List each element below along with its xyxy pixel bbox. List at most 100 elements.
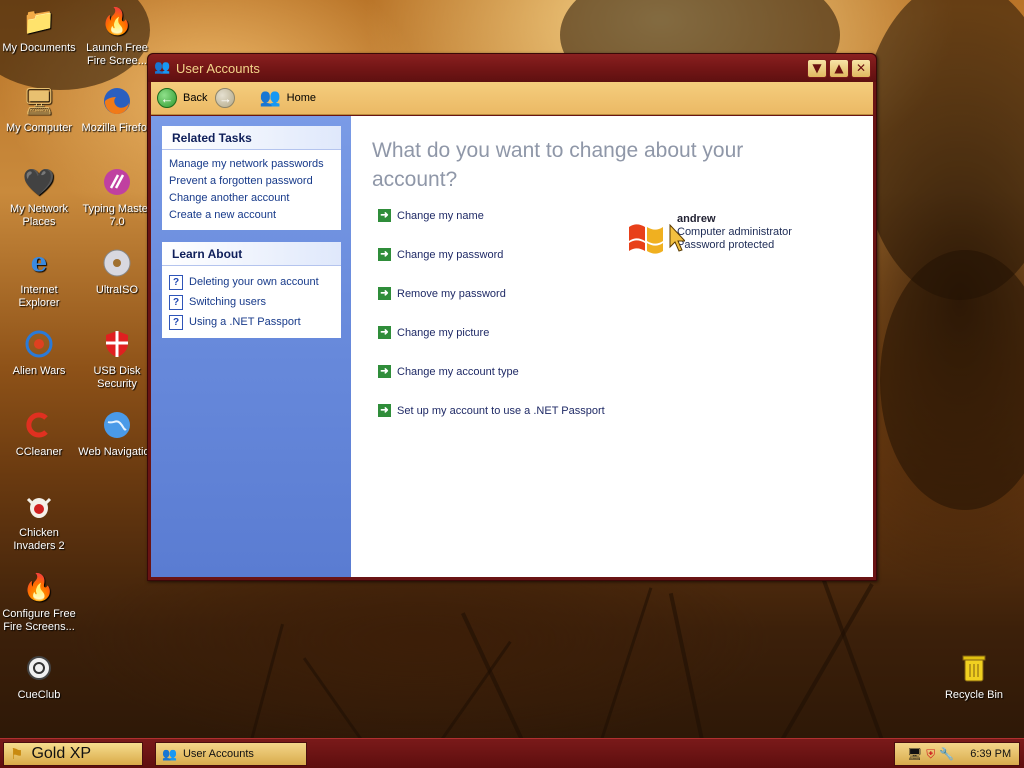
desktop-icon-configure-free-fire[interactable]: 🔥 Configure Free Fire Screens... bbox=[0, 570, 78, 634]
forward-button[interactable]: → bbox=[215, 88, 236, 108]
user-card: andrew Computer administrator Password p… bbox=[625, 213, 792, 257]
taskbar: ⚑ Gold XP 👥 User Accounts 🖥 ⛨ 🔧 6:39 PM bbox=[0, 738, 1024, 768]
desktop-icon-label: Chicken Invaders 2 bbox=[13, 527, 65, 552]
computer-icon: 🖥 bbox=[22, 86, 56, 116]
folder-documents-icon: 📁 bbox=[22, 6, 56, 36]
user-name: andrew bbox=[677, 213, 716, 225]
action-label: Change my name bbox=[397, 209, 484, 222]
desktop-icon-label: My Network Places bbox=[9, 203, 69, 228]
desktop-icon-label: USB Disk Security bbox=[93, 365, 141, 390]
desktop-icon-label: Alien Wars bbox=[12, 365, 66, 377]
forward-arrow-icon: → bbox=[215, 88, 236, 108]
shield-icon bbox=[100, 327, 134, 361]
desktop-icon-recycle-bin[interactable]: Recycle Bin bbox=[935, 651, 1013, 702]
ccleaner-icon bbox=[22, 408, 56, 442]
home-label: Home bbox=[286, 92, 316, 104]
desktop-icon-my-computer[interactable]: 🖥 My Computer bbox=[0, 84, 78, 135]
close-button[interactable]: ✕ bbox=[851, 59, 871, 78]
home-users-icon: 👥 bbox=[259, 88, 281, 107]
desktop-icon-ultraiso[interactable]: UltraISO bbox=[78, 246, 156, 297]
desktop-icon-label: CueClub bbox=[17, 689, 61, 701]
action-change-account-type[interactable]: ➜ Change my account type bbox=[378, 365, 519, 378]
help-icon: ? bbox=[169, 274, 183, 290]
globe-icon bbox=[100, 408, 134, 442]
desktop-icon-ccleaner[interactable]: CCleaner bbox=[0, 408, 78, 459]
title-bar[interactable]: 👥 User Accounts ▼ ▲ ✕ bbox=[148, 54, 876, 82]
desktop-icon-web-navigation[interactable]: Web Navigation bbox=[78, 408, 156, 459]
green-arrow-icon: ➜ bbox=[378, 365, 391, 378]
toolbar: ← Back → 👥 Home bbox=[151, 82, 873, 115]
desktop-icon-label: Typing Master 7.0 bbox=[82, 203, 152, 228]
chicken-icon bbox=[22, 489, 56, 523]
user-role: Computer administrator bbox=[677, 226, 792, 238]
clock[interactable]: 6:39 PM bbox=[970, 748, 1011, 760]
taskbar-item-user-accounts[interactable]: 👥 User Accounts bbox=[155, 742, 307, 766]
desktop-icon-label: Launch Free Fire Scree... bbox=[86, 42, 148, 67]
windows-flag-icon bbox=[629, 224, 663, 254]
desktop-icon-label: Configure Free Fire Screens... bbox=[2, 608, 76, 633]
learn-switching-users[interactable]: ? Switching users bbox=[169, 292, 335, 312]
internet-explorer-icon: e bbox=[30, 248, 48, 278]
system-tray: 🖥 ⛨ 🔧 6:39 PM bbox=[894, 742, 1020, 766]
related-tasks-title: Related Tasks bbox=[162, 126, 341, 150]
learn-link-label: Deleting your own account bbox=[189, 276, 319, 288]
maximize-button[interactable]: ▲ bbox=[829, 59, 849, 78]
user-accounts-window[interactable]: 👥 User Accounts ▼ ▲ ✕ ← Back → 👥 Home Re… bbox=[147, 53, 877, 581]
user-status: Password protected bbox=[677, 239, 775, 251]
task-change-another-account[interactable]: Change another account bbox=[169, 190, 335, 207]
desktop-icon-alien-wars[interactable]: Alien Wars bbox=[0, 327, 78, 378]
task-pane: Related Tasks Manage my network password… bbox=[151, 116, 351, 577]
green-arrow-icon: ➜ bbox=[378, 326, 391, 339]
disc-icon bbox=[100, 246, 134, 280]
task-manage-network-passwords[interactable]: Manage my network passwords bbox=[169, 156, 335, 173]
typing-master-icon bbox=[100, 165, 134, 199]
task-create-new-account[interactable]: Create a new account bbox=[169, 207, 335, 224]
network-icon: 🖤 bbox=[22, 167, 56, 197]
desktop-icon-cueclub[interactable]: CueClub bbox=[0, 651, 78, 702]
home-button[interactable]: 👥 Home bbox=[243, 88, 316, 108]
desktop-icon-my-network-places[interactable]: 🖤 My Network Places bbox=[0, 165, 78, 229]
user-picture[interactable] bbox=[625, 217, 671, 257]
shield-tray-icon[interactable]: ⛨ bbox=[926, 747, 935, 762]
page-heading: What do you want to change about your ac… bbox=[372, 139, 744, 191]
desktop-icon-usb-disk-security[interactable]: USB Disk Security bbox=[78, 327, 156, 391]
action-setup-net-passport[interactable]: ➜ Set up my account to use a .NET Passpo… bbox=[378, 404, 605, 417]
learn-net-passport[interactable]: ? Using a .NET Passport bbox=[169, 312, 335, 332]
desktop-icon-label: My Computer bbox=[5, 122, 73, 134]
desktop-icon-typing-master[interactable]: Typing Master 7.0 bbox=[78, 165, 156, 229]
action-label: Set up my account to use a .NET Passport bbox=[397, 404, 605, 417]
taskbar-item-label: User Accounts bbox=[182, 748, 254, 760]
desktop-icon-firefox[interactable]: Mozilla Firefox bbox=[78, 84, 156, 135]
learn-link-label: Switching users bbox=[189, 296, 267, 308]
help-icon: ? bbox=[169, 314, 183, 330]
action-label: Change my password bbox=[397, 248, 504, 261]
network-tray-icon[interactable]: 🖥 bbox=[907, 747, 922, 761]
action-remove-password[interactable]: ➜ Remove my password bbox=[378, 287, 506, 300]
recycle-bin-icon bbox=[957, 651, 991, 685]
green-arrow-icon: ➜ bbox=[378, 209, 391, 222]
mouse-cursor-icon bbox=[669, 224, 685, 252]
main-content: What do you want to change about your ac… bbox=[351, 116, 873, 577]
desktop-icon-chicken-invaders[interactable]: Chicken Invaders 2 bbox=[0, 489, 78, 553]
desktop-icon-label: Web Navigation bbox=[78, 446, 156, 458]
task-prevent-forgotten-password[interactable]: Prevent a forgotten password bbox=[169, 173, 335, 190]
start-button[interactable]: ⚑ Gold XP bbox=[3, 742, 143, 766]
desktop-icon-label: Mozilla Firefox bbox=[81, 122, 153, 134]
action-change-picture[interactable]: ➜ Change my picture bbox=[378, 326, 489, 339]
back-button[interactable]: ← Back bbox=[157, 88, 207, 108]
minimize-button[interactable]: ▼ bbox=[807, 59, 827, 78]
fire-icon: 🔥 bbox=[100, 6, 134, 36]
desktop-icon-internet-explorer[interactable]: e Internet Explorer bbox=[0, 246, 78, 310]
window-client: Related Tasks Manage my network password… bbox=[151, 116, 873, 577]
learn-deleting-account[interactable]: ? Deleting your own account bbox=[169, 272, 335, 292]
action-label: Change my picture bbox=[397, 326, 490, 339]
desktop-icon-launch-free-fire[interactable]: 🔥 Launch Free Fire Scree... bbox=[78, 4, 156, 68]
desktop-icon-label: CCleaner bbox=[15, 446, 63, 458]
desktop-icon-my-documents[interactable]: 📁 My Documents bbox=[0, 4, 78, 55]
learn-link-label: Using a .NET Passport bbox=[189, 316, 301, 328]
action-change-name[interactable]: ➜ Change my name bbox=[378, 209, 484, 222]
action-change-password[interactable]: ➜ Change my password bbox=[378, 248, 503, 261]
tool-tray-icon[interactable]: 🔧 bbox=[939, 747, 954, 761]
green-arrow-icon: ➜ bbox=[378, 404, 391, 417]
user-accounts-icon: 👥 bbox=[162, 747, 177, 761]
